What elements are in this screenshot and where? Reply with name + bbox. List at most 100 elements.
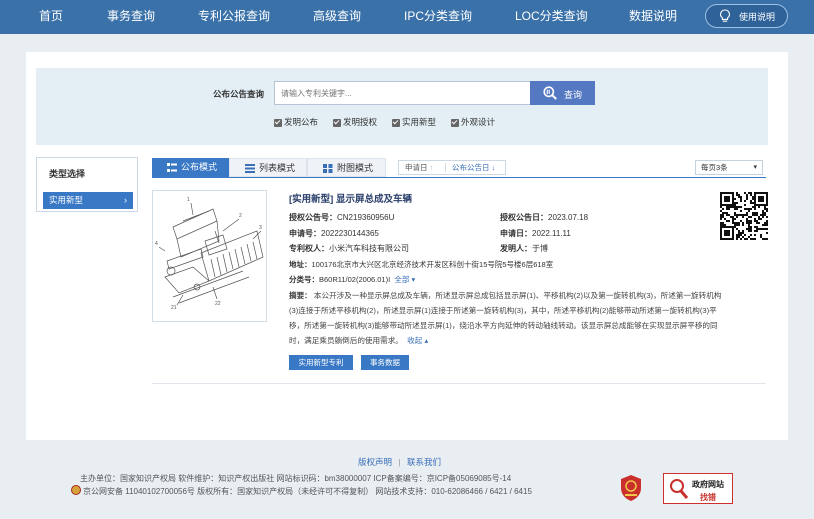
grid-list-icon	[167, 163, 177, 172]
tab-publication-mode[interactable]: 公布模式	[152, 158, 229, 177]
svg-text:22: 22	[215, 301, 221, 307]
footer-info-line: 京公网安备 11040102700056号 版权所有：国家知识产权局（未经许可不…	[83, 487, 532, 496]
chevron-down-icon: ▾	[753, 164, 757, 171]
field-value: 2022.11.11	[532, 229, 571, 238]
checkbox-checked-icon[interactable]	[274, 118, 282, 127]
police-badge-icon	[71, 485, 81, 495]
abstract-line: 时，满足乘员躺倒后的使用需求。 收起 ▴	[289, 335, 428, 346]
top-nav: 首页 事务查询 专利公报查询 高级查询 IPC分类查询 LOC分类查询 数据说明…	[0, 0, 814, 34]
inventor-field: 发明人：于博	[500, 243, 548, 254]
checkbox-checked-icon[interactable]	[451, 118, 459, 127]
filter-label: 发明授权	[343, 117, 378, 127]
svg-text:1: 1	[187, 197, 190, 203]
chevron-right-icon: ›	[124, 195, 127, 205]
magnifier-icon	[670, 479, 689, 499]
application-date-field: 申请日：2022.11.11	[500, 228, 571, 239]
tab-figure-mode[interactable]: 附图模式	[307, 158, 386, 177]
abstract-line: 摘要： 本公开涉及一种显示屏总成及车辆，所述显示屏总成包括显示屏(1)、平移机构…	[289, 290, 721, 301]
application-number-field: 申请号：2022230144365	[289, 228, 379, 239]
field-label: 分类号：	[289, 275, 319, 284]
help-label: 使用说明	[739, 12, 776, 22]
patent-drawing-image: 1 2 3 21 22 4	[155, 197, 264, 311]
field-label: 授权公告号：	[289, 213, 337, 222]
sort-by-publication-date[interactable]: 公布公告日 ↓	[452, 161, 495, 174]
qr-code-image	[720, 192, 768, 240]
copyright-link[interactable]: 版权声明	[358, 457, 392, 467]
search-button[interactable]: 查询	[530, 81, 595, 105]
field-label: 专利权人：	[289, 244, 329, 253]
gov-website-error-button[interactable]: 政府网站 找错	[663, 473, 733, 504]
tab-label: 附图模式	[337, 163, 374, 173]
nav-item-gazette-query[interactable]: 专利公报查询	[198, 0, 270, 34]
address-field: 地址：100176北京市大兴区北京经济技术开发区科创十街15号院5号楼6层618…	[289, 259, 553, 270]
sort-label: 公布公告日	[452, 163, 490, 172]
patent-figure-thumbnail[interactable]: 1 2 3 21 22 4	[152, 190, 267, 322]
footer-info-line: 主办单位：国家知识产权局 软件维护：知识产权出版社 网站标识码：bm380000…	[80, 474, 512, 483]
tab-underline	[152, 177, 766, 178]
field-label: 申请日：	[500, 229, 532, 238]
help-button[interactable]: 使用说明	[705, 4, 788, 28]
tab-list-mode[interactable]: 列表模式	[229, 158, 307, 177]
nav-item-advanced-query[interactable]: 高级查询	[313, 0, 361, 34]
classification-field: 分类号：B60R11/02(2006.01)I 全部 ▾	[289, 274, 415, 285]
search-icon	[543, 86, 557, 100]
sidebar-title: 类型选择	[49, 169, 86, 179]
affairs-data-button[interactable]: 事务数据	[361, 355, 409, 370]
nav-item-affairs-query[interactable]: 事务查询	[107, 0, 155, 34]
nav-item-home[interactable]: 首页	[39, 0, 63, 34]
link-label: 收起	[407, 336, 423, 345]
per-page-select[interactable]: 每页3条 ▾	[695, 160, 763, 175]
contact-link[interactable]: 联系我们	[407, 457, 441, 467]
collapse-link[interactable]: 收起 ▴	[407, 336, 428, 345]
search-input[interactable]	[274, 81, 531, 105]
field-value: B60R11/02(2006.01)I	[319, 275, 391, 284]
nav-item-data-description[interactable]: 数据说明	[629, 0, 677, 34]
filter-design[interactable]: 外观设计	[451, 117, 495, 128]
result-separator	[152, 383, 766, 384]
svg-text:2: 2	[239, 213, 242, 219]
sort-label: 申请日	[405, 163, 428, 172]
field-value: CN219360956U	[337, 213, 395, 222]
filter-utility-model[interactable]: 实用新型	[392, 117, 436, 128]
type-sidebar: 类型选择 实用新型 ›	[36, 157, 138, 212]
arrow-down-icon: ↓	[491, 163, 496, 172]
svg-text:21: 21	[171, 305, 177, 311]
link-label: 全部	[394, 275, 410, 284]
chevron-down-icon: ▾	[411, 275, 416, 284]
filter-invention-publication[interactable]: 发明公布	[274, 117, 318, 128]
nav-item-loc-query[interactable]: LOC分类查询	[515, 0, 588, 34]
grant-number-field: 授权公告号：CN219360956U	[289, 212, 394, 223]
party-emblem-icon[interactable]	[619, 474, 643, 502]
gov-subtitle: 找错	[700, 493, 716, 502]
per-page-value: 每页3条	[701, 163, 728, 172]
filter-label: 发明公布	[284, 117, 319, 127]
field-label: 发明人：	[500, 244, 532, 253]
utility-model-patent-button[interactable]: 实用新型专利	[289, 355, 353, 370]
filter-label: 外观设计	[461, 117, 496, 127]
patent-owner-field: 专利权人：小米汽车科技有限公司	[289, 243, 409, 254]
classification-all-link[interactable]: 全部 ▾	[394, 275, 415, 284]
result-title[interactable]: [实用新型] 显示屏总成及车辆	[289, 191, 412, 205]
lightbulb-icon	[720, 9, 730, 22]
abstract-line: 移，所述第一旋转机构(3)能够带动所述显示屏(1)，绕沿水平方向延伸的转动轴线转…	[289, 321, 718, 330]
field-label: 申请号：	[289, 229, 321, 238]
svg-text:4: 4	[155, 241, 158, 247]
sort-by-application-date[interactable]: 申请日 ↑	[405, 161, 433, 174]
checkbox-checked-icon[interactable]	[333, 118, 341, 127]
search-area	[36, 68, 768, 145]
filter-label: 实用新型	[402, 117, 437, 127]
sort-controls: 申请日 ↑ 公布公告日 ↓	[398, 160, 506, 175]
footer-links: 版权声明 | 联系我们	[358, 456, 441, 468]
grid-icon	[323, 164, 333, 173]
sidebar-item-label: 实用新型	[49, 195, 84, 205]
tab-label: 公布模式	[181, 162, 218, 172]
field-value: 2022230144365	[321, 229, 379, 238]
abstract-text: 本公开涉及一种显示屏总成及车辆，所述显示屏总成包括显示屏(1)、平移机构(2)以…	[313, 291, 722, 300]
nav-item-ipc-query[interactable]: IPC分类查询	[404, 0, 472, 34]
list-icon	[245, 164, 255, 173]
sidebar-item-utility-model[interactable]: 实用新型 ›	[43, 192, 133, 209]
search-label: 公布公告查询	[213, 89, 265, 99]
field-label: 地址：	[289, 260, 312, 269]
filter-invention-grant[interactable]: 发明授权	[333, 117, 377, 128]
checkbox-checked-icon[interactable]	[392, 118, 400, 127]
